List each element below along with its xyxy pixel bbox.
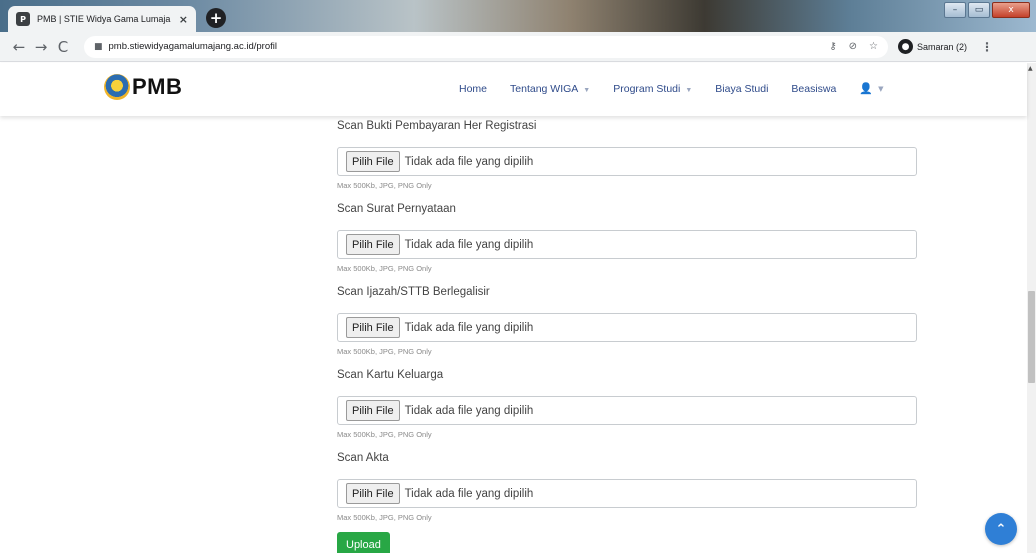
- file-status: Tidak ada file yang dipilih: [404, 155, 534, 168]
- minimize-button[interactable]: –: [944, 2, 966, 18]
- nav-item-program-studi[interactable]: Program Studi ▼: [613, 83, 692, 95]
- main-navigation: Home Tentang WIGA ▼ Program Studi ▼ Biaya …: [459, 82, 883, 95]
- field-label: Scan Akta: [337, 452, 389, 464]
- choose-file-button[interactable]: Pilih File: [346, 317, 400, 338]
- brand-link[interactable]: PMB: [104, 74, 182, 100]
- field-label: Scan Ijazah/STTB Berlegalisir: [337, 286, 490, 298]
- lock-icon[interactable]: ■: [94, 42, 103, 52]
- nav-item-biaya-studi[interactable]: Biaya Studi: [715, 83, 768, 95]
- url-text[interactable]: pmb.stiewidyagamalumajang.ac.id/profil: [109, 41, 277, 52]
- file-input[interactable]: Pilih File Tidak ada file yang dipilih: [337, 147, 917, 176]
- file-status: Tidak ada file yang dipilih: [404, 487, 534, 500]
- incognito-avatar-icon: ●: [898, 39, 913, 54]
- file-hint: Max 500Kb, JPG, PNG Only: [337, 181, 432, 190]
- file-input[interactable]: Pilih File Tidak ada file yang dipilih: [337, 313, 917, 342]
- file-hint: Max 500Kb, JPG, PNG Only: [337, 513, 432, 522]
- nav-label: Biaya Studi: [715, 82, 769, 95]
- window-controls: – ▭ x: [944, 2, 1030, 18]
- address-bar[interactable]: ■ pmb.stiewidyagamalumajang.ac.id/profil…: [84, 35, 888, 58]
- field-label: Scan Kartu Keluarga: [337, 369, 444, 381]
- reload-icon[interactable]: C: [52, 38, 74, 56]
- back-to-top-button[interactable]: ⌃: [985, 513, 1017, 545]
- forward-arrow-icon[interactable]: →: [30, 38, 52, 56]
- nav-item-home[interactable]: Home: [459, 83, 487, 95]
- new-tab-button[interactable]: +: [206, 8, 226, 28]
- choose-file-button[interactable]: Pilih File: [346, 483, 400, 504]
- field-label: Scan Surat Pernyataan: [337, 203, 456, 215]
- favicon-icon: P: [16, 12, 30, 26]
- choose-file-button[interactable]: Pilih File: [346, 151, 400, 172]
- chevron-down-icon: ▼: [685, 86, 693, 94]
- user-icon: 👤: [859, 82, 874, 95]
- browser-titlebar: P PMB | STIE Widya Gama Lumaja × + – ▭ x: [0, 0, 1036, 32]
- file-input[interactable]: Pilih File Tidak ada file yang dipilih: [337, 396, 917, 425]
- file-status: Tidak ada file yang dipilih: [404, 321, 534, 334]
- omnibox-actions: ⚷ ⊘ ☆: [829, 41, 878, 52]
- page-scrollbar[interactable]: ▲: [1027, 63, 1036, 553]
- choose-file-button[interactable]: Pilih File: [346, 234, 400, 255]
- chevron-down-icon: ▼: [878, 84, 884, 93]
- scroll-up-icon[interactable]: ▲: [1028, 65, 1033, 72]
- file-status: Tidak ada file yang dipilih: [404, 238, 534, 251]
- nav-label: Home: [459, 82, 488, 95]
- nav-label: Tentang WIGA: [510, 82, 579, 95]
- file-input[interactable]: Pilih File Tidak ada file yang dipilih: [337, 479, 917, 508]
- user-menu[interactable]: 👤 ▼: [859, 82, 883, 95]
- upload-button[interactable]: Upload: [337, 532, 390, 553]
- file-input[interactable]: Pilih File Tidak ada file yang dipilih: [337, 230, 917, 259]
- star-icon[interactable]: ☆: [869, 41, 878, 52]
- browser-tab[interactable]: P PMB | STIE Widya Gama Lumaja ×: [8, 6, 196, 32]
- tab-title: PMB | STIE Widya Gama Lumaja: [37, 14, 171, 24]
- back-arrow-icon[interactable]: ←: [8, 38, 30, 56]
- nav-label: Beasiswa: [791, 82, 837, 95]
- scroll-thumb[interactable]: [1028, 291, 1035, 383]
- browser-toolbar: ← → C ■ pmb.stiewidyagamalumajang.ac.id/…: [0, 32, 1036, 62]
- site-header: PMB Home Tentang WIGA ▼ Program Studi ▼ Bi…: [0, 63, 1027, 116]
- maximize-button[interactable]: ▭: [968, 2, 990, 18]
- nav-item-tentang-wiga[interactable]: Tentang WIGA ▼: [510, 83, 590, 95]
- file-hint: Max 500Kb, JPG, PNG Only: [337, 347, 432, 356]
- logo-icon: [104, 74, 130, 100]
- tab-close-icon[interactable]: ×: [179, 13, 188, 26]
- nav-item-beasiswa[interactable]: Beasiswa: [791, 83, 836, 95]
- key-icon[interactable]: ⚷: [829, 41, 836, 52]
- profile-label: Samaran (2): [917, 41, 968, 52]
- chevron-up-icon: ⌃: [995, 521, 1007, 537]
- close-window-button[interactable]: x: [992, 2, 1030, 18]
- file-hint: Max 500Kb, JPG, PNG Only: [337, 264, 432, 273]
- file-hint: Max 500Kb, JPG, PNG Only: [337, 430, 432, 439]
- incognito-icon[interactable]: ⊘: [849, 41, 857, 52]
- choose-file-button[interactable]: Pilih File: [346, 400, 400, 421]
- profile-button[interactable]: ● Samaran (2): [898, 39, 967, 54]
- chevron-down-icon: ▼: [583, 86, 591, 94]
- file-status: Tidak ada file yang dipilih: [404, 404, 534, 417]
- brand-text: PMB: [132, 74, 183, 99]
- menu-dots-icon[interactable]: ⋮: [981, 40, 993, 54]
- field-label: Scan Bukti Pembayaran Her Registrasi: [337, 120, 537, 132]
- nav-label: Program Studi: [613, 82, 681, 95]
